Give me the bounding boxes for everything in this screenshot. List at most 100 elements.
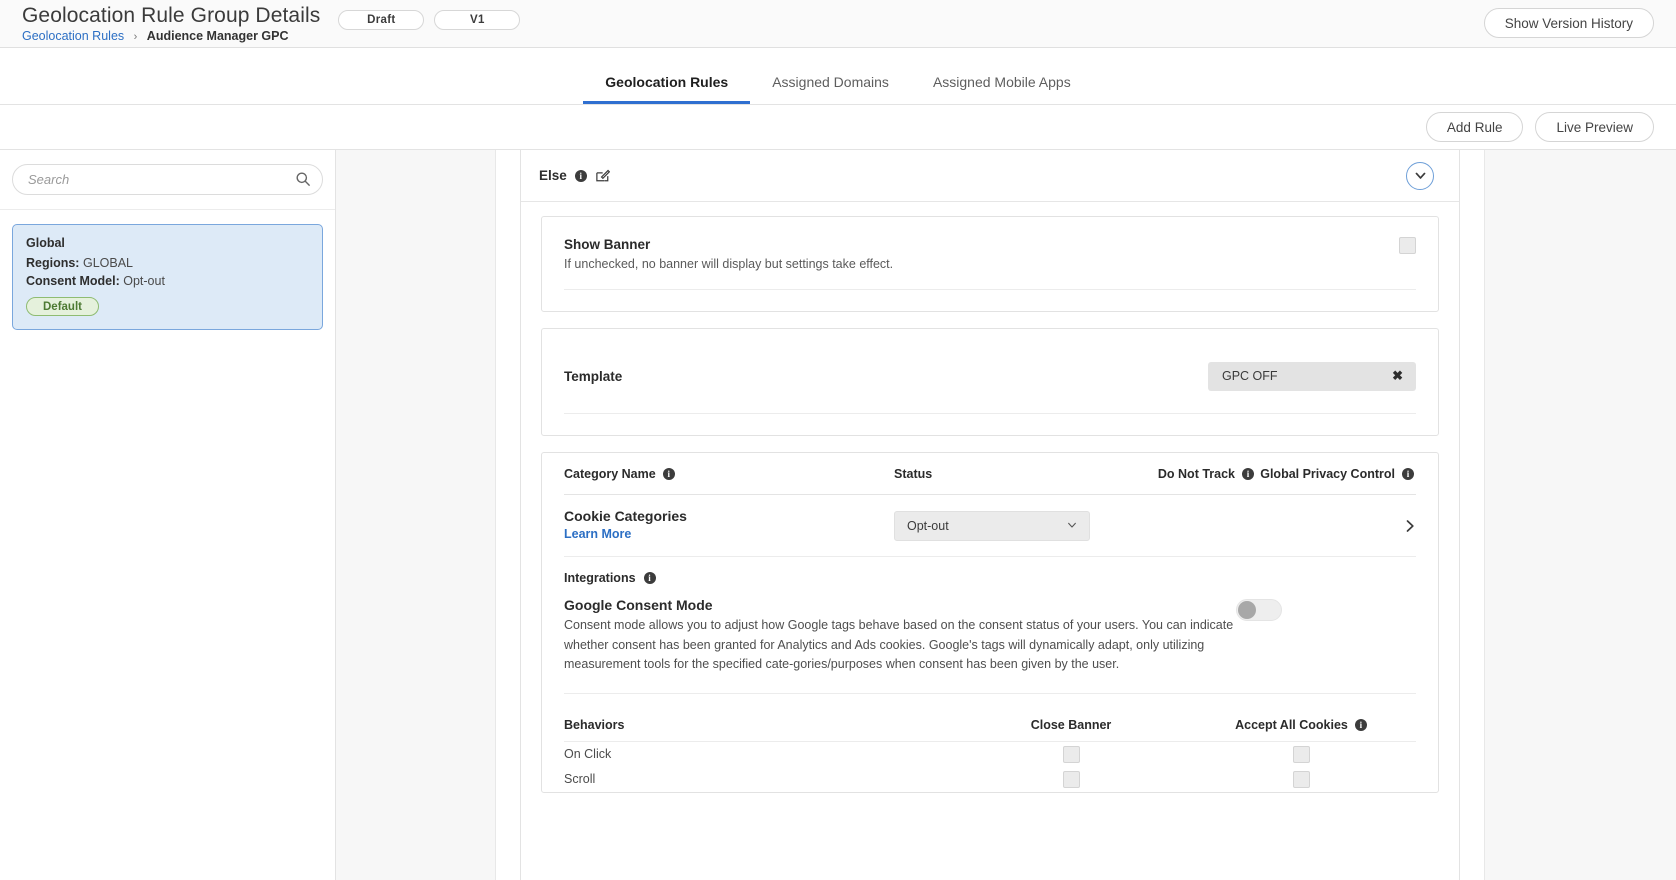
- add-rule-button[interactable]: Add Rule: [1426, 112, 1524, 142]
- status-dropdown-value: Opt-out: [907, 519, 949, 533]
- search-input[interactable]: [12, 164, 323, 195]
- chevron-down-icon: [1067, 519, 1077, 533]
- tab-bar: Geolocation Rules Assigned Domains Assig…: [0, 48, 1676, 105]
- column-header-category-name: Category Name i: [564, 467, 894, 481]
- accept-all-cookies-checkbox[interactable]: [1293, 746, 1310, 763]
- google-consent-mode-description: Consent mode allows you to adjust how Go…: [564, 616, 1236, 675]
- rule-card-default-badge: Default: [26, 297, 99, 316]
- show-banner-divider: [564, 289, 1416, 311]
- body-area: Global Regions: GLOBAL Consent Model: Op…: [0, 150, 1676, 880]
- toggle-knob: [1238, 601, 1256, 619]
- panel-scroll-region: Show Banner If unchecked, no banner will…: [521, 202, 1459, 809]
- rule-card-global[interactable]: Global Regions: GLOBAL Consent Model: Op…: [12, 224, 323, 330]
- rule-card-consent: Consent Model: Opt-out: [26, 272, 309, 290]
- behaviors-table-header: Behaviors Close Banner Accept All Cookie…: [564, 710, 1416, 742]
- status-badge-draft: Draft: [338, 10, 424, 30]
- integrations-section: Integrations i Google Consent Mode Conse…: [564, 557, 1416, 694]
- category-row-title: Cookie Categories: [564, 508, 894, 524]
- info-icon[interactable]: i: [575, 170, 587, 182]
- show-banner-panel: Show Banner If unchecked, no banner will…: [541, 216, 1439, 312]
- template-label: Template: [564, 369, 1208, 384]
- tab-assigned-domains[interactable]: Assigned Domains: [750, 74, 911, 104]
- template-divider: [564, 413, 1416, 435]
- column-header-status: Status: [894, 467, 1124, 481]
- google-consent-mode-row: Google Consent Mode Consent mode allows …: [564, 597, 1416, 693]
- rule-detail-panel: Else i Show Banner: [520, 150, 1460, 880]
- right-gutter: [1484, 150, 1676, 880]
- rule-card-regions: Regions: GLOBAL: [26, 254, 309, 272]
- template-chip-value: GPC OFF: [1222, 369, 1278, 383]
- rule-card-regions-value: GLOBAL: [83, 256, 133, 270]
- show-banner-checkbox[interactable]: [1399, 237, 1416, 254]
- right-gutter-gap: [1460, 150, 1484, 880]
- accept-all-cookies-checkbox[interactable]: [1293, 771, 1310, 788]
- left-gutter: [336, 150, 496, 880]
- google-consent-mode-title: Google Consent Mode: [564, 597, 1236, 613]
- behavior-row-label: On Click: [564, 747, 956, 761]
- tab-geolocation-rules[interactable]: Geolocation Rules: [583, 74, 750, 104]
- google-consent-mode-text: Google Consent Mode Consent mode allows …: [564, 597, 1236, 675]
- info-icon[interactable]: i: [1242, 468, 1254, 480]
- behaviors-table: Behaviors Close Banner Accept All Cookie…: [542, 694, 1438, 792]
- template-chip[interactable]: GPC OFF ✖: [1208, 362, 1416, 391]
- behavior-cell-accept-all: [1186, 771, 1416, 788]
- category-row-name-cell: Cookie Categories Learn More: [564, 508, 894, 543]
- rule-card-consent-value: Opt-out: [123, 274, 165, 288]
- google-consent-mode-toggle[interactable]: [1236, 599, 1282, 621]
- breadcrumb-current: Audience Manager GPC: [147, 29, 289, 43]
- close-banner-checkbox[interactable]: [1063, 746, 1080, 763]
- info-icon[interactable]: i: [1355, 719, 1367, 731]
- left-gutter-gap: [496, 150, 520, 880]
- learn-more-link[interactable]: Learn More: [564, 527, 631, 541]
- close-icon[interactable]: ✖: [1392, 368, 1403, 384]
- behavior-row-label: Scroll: [564, 772, 956, 786]
- search-wrapper: [12, 164, 323, 195]
- category-row-status-cell: Opt-out: [894, 511, 1124, 541]
- behaviors-label: Behaviors: [564, 718, 956, 732]
- info-icon[interactable]: i: [1402, 468, 1414, 480]
- edit-icon[interactable]: [595, 168, 610, 183]
- expand-category-chevron-right-icon[interactable]: [1404, 519, 1416, 533]
- show-banner-title: Show Banner: [564, 237, 1399, 252]
- sidebar: Global Regions: GLOBAL Consent Model: Op…: [0, 150, 336, 880]
- collapse-toggle-button[interactable]: [1406, 162, 1434, 190]
- integrations-label: Integrations: [564, 571, 636, 585]
- rule-card-consent-label: Consent Model:: [26, 274, 120, 288]
- info-icon[interactable]: i: [663, 468, 675, 480]
- show-version-history-button[interactable]: Show Version History: [1484, 8, 1654, 38]
- info-icon[interactable]: i: [644, 572, 656, 584]
- status-badge-version: V1: [434, 10, 520, 30]
- show-banner-row: Show Banner If unchecked, no banner will…: [542, 217, 1438, 271]
- column-header-accept-all-cookies-label: Accept All Cookies: [1235, 718, 1348, 732]
- sidebar-divider: [0, 209, 335, 210]
- rule-card-regions-label: Regions:: [26, 256, 79, 270]
- template-panel: Template GPC OFF ✖: [541, 328, 1439, 436]
- table-row: Cookie Categories Learn More Opt-out: [564, 495, 1416, 557]
- status-dropdown[interactable]: Opt-out: [894, 511, 1090, 541]
- close-banner-checkbox[interactable]: [1063, 771, 1080, 788]
- column-header-close-banner: Close Banner: [956, 718, 1186, 732]
- column-header-do-not-track-label: Do Not Track: [1158, 467, 1235, 481]
- title-block: Geolocation Rule Group Details Geolocati…: [22, 4, 320, 45]
- category-table-header: Category Name i Status Do Not Track i Gl…: [564, 453, 1416, 495]
- action-bar: Add Rule Live Preview: [0, 105, 1676, 150]
- breadcrumb: Geolocation Rules › Audience Manager GPC: [22, 29, 320, 45]
- tab-list: Geolocation Rules Assigned Domains Assig…: [583, 74, 1092, 104]
- else-header-left: Else i: [539, 168, 610, 183]
- column-header-accept-all-cookies: Accept All Cookies i: [1186, 718, 1416, 732]
- categories-panel: Category Name i Status Do Not Track i Gl…: [541, 452, 1439, 793]
- live-preview-button[interactable]: Live Preview: [1535, 112, 1654, 142]
- page-title: Geolocation Rule Group Details: [22, 4, 320, 28]
- status-pills: Draft V1: [338, 4, 520, 30]
- tab-assigned-mobile-apps[interactable]: Assigned Mobile Apps: [911, 74, 1093, 104]
- else-condition-header: Else i: [521, 150, 1459, 202]
- column-header-do-not-track: Do Not Track i: [1124, 467, 1254, 481]
- page-header: Geolocation Rule Group Details Geolocati…: [0, 0, 1676, 48]
- behavior-cell-close-banner: [956, 771, 1186, 788]
- behavior-cell-accept-all: [1186, 746, 1416, 763]
- breadcrumb-link-geolocation-rules[interactable]: Geolocation Rules: [22, 29, 124, 43]
- table-row: On Click: [564, 742, 1416, 767]
- rule-card-name: Global: [26, 236, 309, 250]
- table-row: Scroll: [564, 767, 1416, 792]
- show-banner-description: If unchecked, no banner will display but…: [564, 257, 1399, 271]
